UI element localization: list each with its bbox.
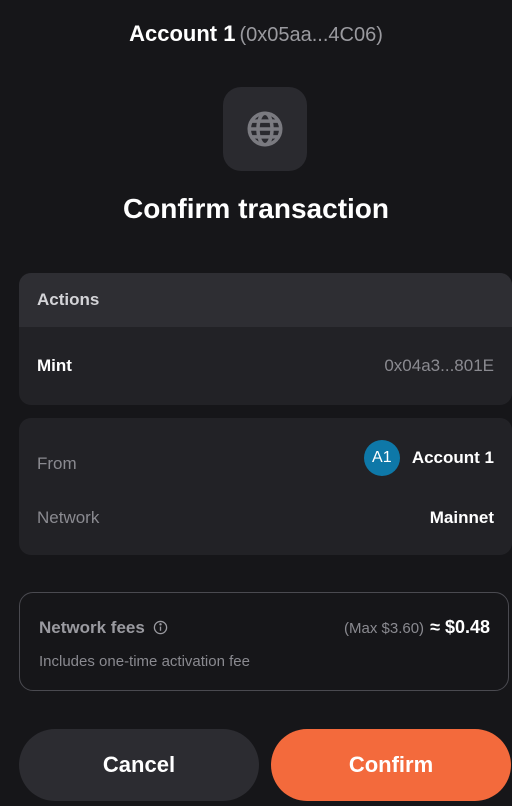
network-fees-label-wrap: Network fees bbox=[39, 618, 168, 638]
estimated-fee: ≈ $0.48 bbox=[430, 617, 490, 637]
info-icon[interactable] bbox=[153, 620, 168, 635]
network-fees-label: Network fees bbox=[39, 617, 145, 637]
globe-icon bbox=[247, 111, 283, 147]
action-label: Mint bbox=[37, 356, 72, 375]
fee-note: Includes one-time activation fee bbox=[39, 653, 250, 670]
page-title: Confirm transaction bbox=[122, 193, 390, 224]
site-icon-tile bbox=[223, 87, 307, 171]
actions-heading: Actions bbox=[19, 273, 512, 327]
account-header: Account 1 (0x05aa...4C06) bbox=[0, 20, 512, 49]
network-value: Mainnet bbox=[429, 508, 494, 527]
cancel-button[interactable]: Cancel bbox=[19, 729, 259, 801]
actions-card: Actions Mint 0x04a3...801E bbox=[19, 273, 512, 405]
account-address: (0x05aa...4C06) bbox=[239, 24, 383, 46]
network-label: Network bbox=[37, 508, 100, 527]
from-account-name: Account 1 bbox=[411, 448, 494, 467]
action-address: 0x04a3...801E bbox=[384, 356, 494, 375]
network-row: Network Mainnet bbox=[19, 498, 512, 538]
network-fees-card: Network fees (Max $3.60) ≈ $0.48 Include… bbox=[19, 592, 509, 691]
confirm-button[interactable]: Confirm bbox=[271, 729, 511, 801]
account-name: Account 1 bbox=[129, 21, 236, 46]
transaction-details-card: From A1 Account 1 Network Mainnet bbox=[19, 418, 512, 555]
from-label: From bbox=[37, 454, 77, 473]
from-row: From A1 Account 1 bbox=[19, 440, 512, 484]
action-row[interactable]: Mint 0x04a3...801E bbox=[19, 327, 512, 405]
avatar: A1 bbox=[363, 440, 400, 476]
from-account: A1 Account 1 bbox=[363, 440, 494, 476]
fee-amounts: (Max $3.60) ≈ $0.48 bbox=[344, 617, 490, 638]
max-fee: (Max $3.60) bbox=[344, 620, 425, 637]
